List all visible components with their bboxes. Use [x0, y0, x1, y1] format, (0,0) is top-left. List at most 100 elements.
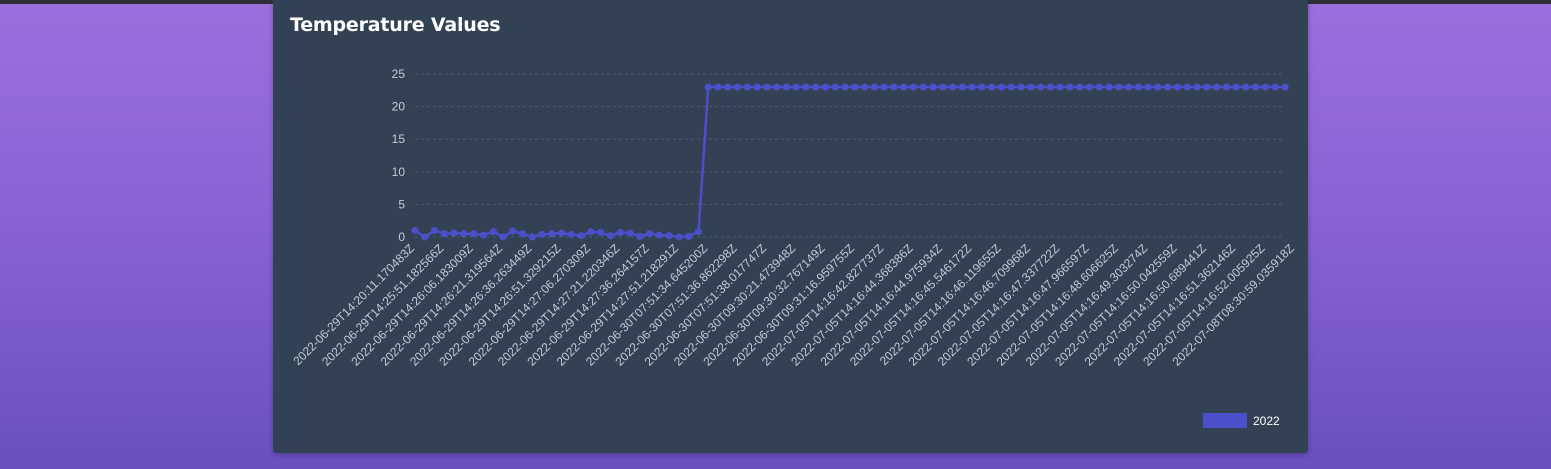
y-axis-ticks: 0 5 10 15 20 25 [392, 67, 406, 244]
data-point[interactable] [1232, 83, 1240, 91]
data-point[interactable] [646, 230, 654, 238]
data-point[interactable] [1261, 83, 1270, 91]
data-point[interactable] [743, 83, 751, 91]
data-point[interactable] [724, 83, 732, 91]
data-point[interactable] [1281, 83, 1289, 91]
data-point[interactable] [1134, 83, 1142, 91]
data-point[interactable] [1222, 83, 1230, 91]
data-point[interactable] [509, 227, 517, 235]
data-point[interactable] [1037, 83, 1045, 91]
data-point[interactable] [675, 233, 683, 241]
data-point[interactable] [763, 83, 771, 91]
data-point[interactable] [802, 83, 810, 91]
data-point[interactable] [812, 83, 820, 91]
data-point[interactable] [997, 83, 1006, 91]
data-point[interactable] [714, 83, 722, 91]
data-point[interactable] [851, 83, 859, 91]
data-point[interactable] [636, 232, 644, 240]
data-point[interactable] [841, 83, 849, 91]
data-point[interactable] [1124, 83, 1133, 91]
y-tick-label: 0 [398, 230, 405, 244]
data-point[interactable] [900, 83, 908, 91]
data-point[interactable] [528, 233, 536, 241]
data-point[interactable] [821, 83, 830, 91]
data-point[interactable] [958, 83, 967, 91]
data-point[interactable] [616, 228, 624, 237]
legend[interactable]: 2022 [1203, 413, 1280, 428]
data-point[interactable] [782, 83, 791, 91]
data-point[interactable] [685, 232, 693, 240]
data-point[interactable] [704, 83, 712, 91]
data-point[interactable] [1212, 83, 1221, 91]
data-point[interactable] [1193, 83, 1201, 91]
data-point[interactable] [1203, 83, 1211, 91]
data-point[interactable] [1105, 83, 1113, 91]
data-point[interactable] [430, 226, 439, 235]
data-point[interactable] [753, 83, 761, 91]
data-point[interactable] [655, 231, 663, 239]
data-point[interactable] [978, 83, 986, 91]
data-point[interactable] [1056, 83, 1064, 91]
data-point[interactable] [1017, 83, 1025, 91]
data-point[interactable] [489, 228, 497, 236]
data-point[interactable] [1027, 83, 1035, 91]
data-point[interactable] [968, 83, 976, 91]
data-point[interactable] [1173, 83, 1182, 91]
data-point[interactable] [577, 232, 585, 240]
data-point[interactable] [1115, 83, 1123, 91]
legend-swatch[interactable] [1203, 413, 1247, 428]
data-point[interactable] [929, 83, 937, 91]
y-tick-label: 15 [392, 132, 406, 146]
data-point[interactable] [1085, 83, 1094, 91]
y-tick-label: 25 [392, 67, 406, 81]
data-point[interactable] [890, 83, 898, 91]
data-point[interactable] [1271, 83, 1279, 91]
data-point[interactable] [831, 83, 839, 91]
data-point[interactable] [548, 230, 556, 238]
data-point[interactable] [597, 228, 605, 237]
data-point[interactable] [949, 83, 957, 91]
data-point[interactable] [792, 83, 800, 91]
legend-label[interactable]: 2022 [1253, 414, 1280, 428]
data-point[interactable] [518, 230, 527, 238]
data-point[interactable] [1095, 83, 1103, 91]
data-point[interactable] [1154, 83, 1162, 91]
series-line [414, 85, 1285, 239]
data-point[interactable] [861, 83, 869, 91]
data-point[interactable] [665, 232, 673, 240]
data-point[interactable] [880, 83, 888, 91]
data-point[interactable] [479, 231, 488, 239]
data-point[interactable] [1183, 83, 1191, 91]
data-point[interactable] [1046, 83, 1054, 91]
chart-panel: Temperature Values 0 5 10 15 20 25 2022-06-29… [273, 0, 1308, 453]
data-point[interactable] [1242, 83, 1250, 91]
data-point[interactable] [773, 83, 781, 91]
data-point[interactable] [1164, 83, 1172, 91]
data-point[interactable] [694, 228, 703, 236]
data-point[interactable] [558, 229, 566, 237]
data-point[interactable] [939, 83, 947, 91]
data-point[interactable] [1144, 83, 1152, 91]
data-point[interactable] [1066, 83, 1074, 91]
data-point[interactable] [440, 230, 448, 238]
data-point[interactable] [587, 228, 595, 236]
data-point[interactable] [1252, 83, 1260, 91]
data-point[interactable] [1007, 83, 1015, 91]
data-point[interactable] [567, 230, 576, 238]
data-point[interactable] [1076, 83, 1084, 91]
data-point[interactable] [988, 83, 996, 91]
data-point[interactable] [909, 83, 918, 91]
data-point[interactable] [450, 229, 458, 237]
data-point[interactable] [626, 229, 634, 237]
data-point[interactable] [499, 233, 507, 241]
data-point[interactable] [460, 230, 468, 238]
data-point[interactable] [733, 83, 742, 91]
data-point[interactable] [538, 230, 546, 238]
data-point[interactable] [421, 233, 429, 241]
data-point[interactable] [606, 232, 615, 240]
data-point[interactable] [919, 83, 927, 91]
data-point[interactable] [411, 226, 419, 235]
data-point[interactable] [870, 83, 879, 91]
x-axis-ticks: 2022-06-29T14:20:11.170483Z2022-06-29T14… [290, 241, 1297, 368]
data-point[interactable] [470, 230, 478, 238]
